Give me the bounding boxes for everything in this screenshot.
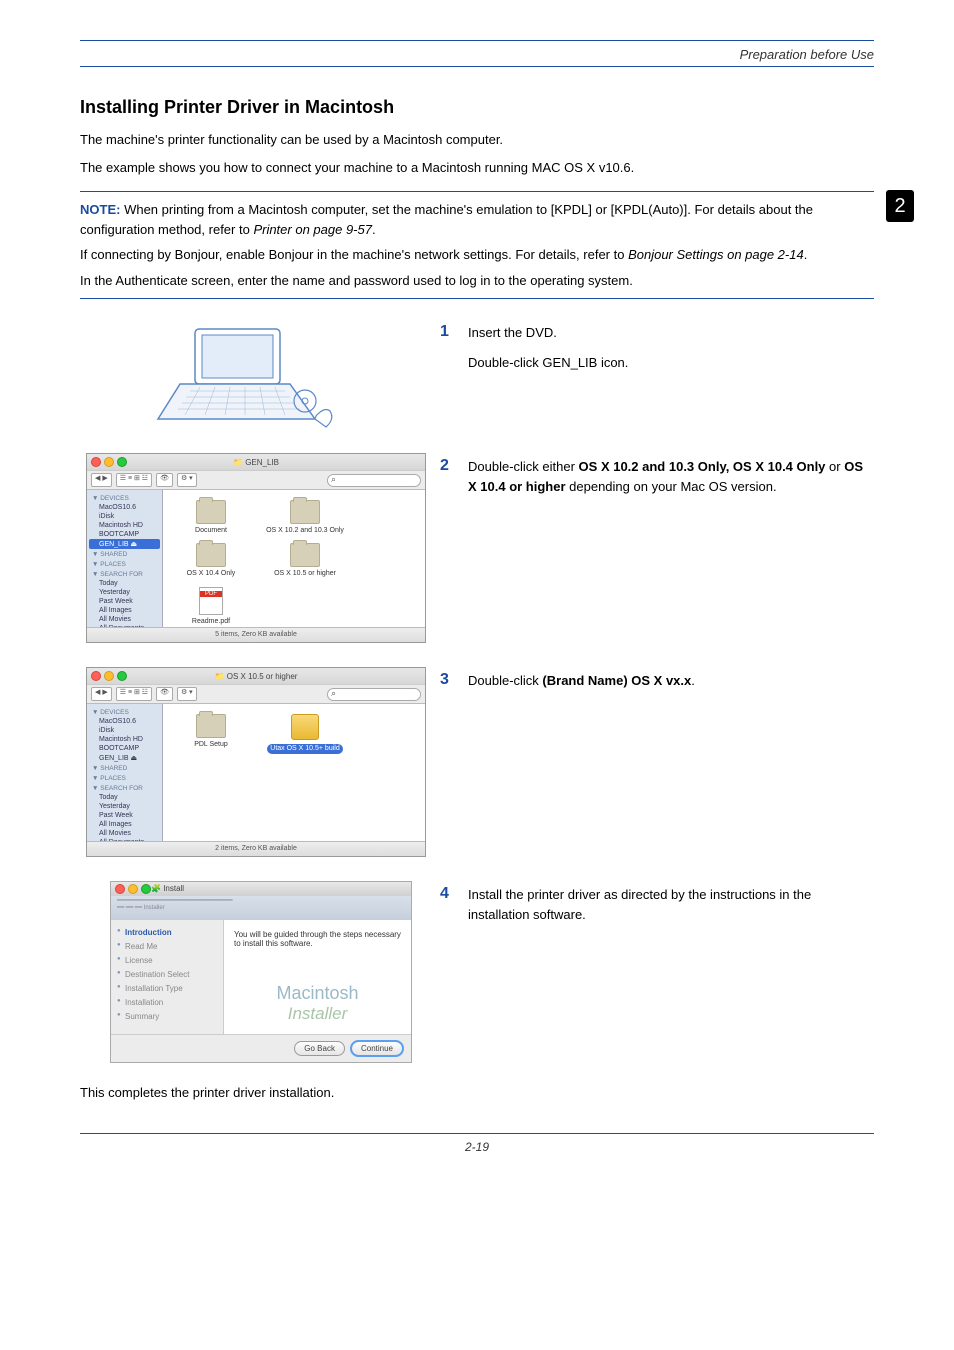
note-p3: In the Authenticate screen, enter the na… [80,273,633,288]
folder-osx102-103: OS X 10.2 and 10.3 Only [265,500,345,535]
folder-osx105: OS X 10.5 or higher [265,543,345,578]
action-button: ⚙ ▾ [177,687,197,701]
minimize-icon [104,457,114,467]
step-number-3: 3 [440,671,468,701]
minimize-icon [128,884,138,894]
zoom-icon [117,671,127,681]
step2-t2: or [825,459,844,474]
close-icon [115,884,125,894]
installer-window: 🧩 Install ━━━━━━━━━━━━━━━━━━━━━━━━━━━━━━… [110,881,412,1063]
sidebar-item-genlib: GEN_LIB ⏏ [89,539,160,549]
note-label: NOTE: [80,202,120,217]
installer-message: You will be guided through the steps nec… [234,930,401,948]
finder-window-osx105: 📁 OS X 10.5 or higher ◀ ▶ ☰ ≡ ⊞ ☳ 👁 ⚙ ▾ … [86,667,426,857]
chapter-badge: 2 [886,190,914,222]
continue-button: Continue [351,1041,403,1056]
close-icon [91,457,101,467]
step-number-4: 4 [440,885,468,934]
step3-t2: . [691,673,695,688]
note-p1a: When printing from a Macintosh computer,… [80,202,813,237]
folder-document: Document [171,500,251,535]
file-readme-pdf: Readme.pdf [171,587,251,626]
zoom-icon [141,884,151,894]
note-p1-em: Printer on page 9-57 [253,222,372,237]
step-number-2: 2 [440,457,468,506]
quicklook-button: 👁 [156,473,173,487]
step3-t1: Double-click [468,673,542,688]
finder-title: 📁 OS X 10.5 or higher [215,672,298,681]
step1-text1: Insert the DVD. [468,323,628,343]
finder-sidebar: ▼ DEVICES MacOS10.6 iDisk Macintosh HD B… [87,704,163,841]
search-field [327,688,421,701]
finder-content: Document OS X 10.2 and 10.3 Only OS X 10… [163,490,425,627]
finder-sidebar: ▼ DEVICES MacOS10.6 iDisk Macintosh HD B… [87,490,163,627]
installer-logo: Macintosh Installer [234,983,401,1024]
view-icon-button: ☰ ≡ ⊞ ☳ [116,687,152,701]
breadcrumb: Preparation before Use [80,47,874,66]
zoom-icon [117,457,127,467]
action-button: ⚙ ▾ [177,473,197,487]
page-footer: 2-19 [80,1133,874,1154]
back-forward-buttons: ◀ ▶ [91,473,112,487]
note-p1b: . [372,222,376,237]
go-back-button: Go Back [294,1041,345,1056]
installer-step-destination: Destination Select [117,970,217,979]
installer-step-introduction: Introduction [117,928,217,937]
close-icon [91,671,101,681]
finder-status: 5 items, Zero KB available [87,627,425,642]
installer-step-readme: Read Me [117,942,217,951]
installer-steps-sidebar: Introduction Read Me License Destination… [111,920,223,1034]
intro-p1: The machine's printer functionality can … [80,130,874,150]
back-forward-buttons: ◀ ▶ [91,687,112,701]
step2-t3: depending on your Mac OS version. [566,479,777,494]
note-block: NOTE: When printing from a Macintosh com… [80,191,874,299]
folder-pdlsetup: PDL Setup [171,714,251,754]
step1-text2: Double-click GEN_LIB icon. [468,353,628,373]
step2-b1: OS X 10.2 and 10.3 Only, OS X 10.4 Only [579,459,826,474]
note-p2b: . [804,247,808,262]
finder-window-genlib: 📁 GEN_LIB ◀ ▶ ☰ ≡ ⊞ ☳ 👁 ⚙ ▾ ▼ DEVICES Ma… [86,453,426,643]
step3-b1: (Brand Name) OS X vx.x [542,673,691,688]
installer-step-installtype: Installation Type [117,984,217,993]
step2-t1: Double-click either [468,459,579,474]
installer-banner: ━━━━━━━━━━━━━━━━━━━━━━━━━━━━━━━━━━ ━━ ━━… [111,896,411,920]
finder-title: 📁 GEN_LIB [233,458,279,467]
folder-osx104: OS X 10.4 Only [171,543,251,578]
pkg-utax-installer: Utax OS X 10.5+ build [265,714,345,754]
installer-step-installation: Installation [117,998,217,1007]
laptop-insert-dvd-illustration [140,319,340,439]
page-title: Installing Printer Driver in Macintosh [80,97,874,118]
note-p2a: If connecting by Bonjour, enable Bonjour… [80,247,628,262]
step4-text1: Install the printer driver as directed b… [468,885,874,924]
closing-text: This completes the printer driver instal… [80,1083,874,1103]
finder-content: PDL Setup Utax OS X 10.5+ build [163,704,425,841]
minimize-icon [104,671,114,681]
view-icon-button: ☰ ≡ ⊞ ☳ [116,473,152,487]
installer-step-summary: Summary [117,1012,217,1021]
quicklook-button: 👁 [156,687,173,701]
step-number-1: 1 [440,323,468,382]
intro-p2: The example shows you how to connect you… [80,158,874,178]
installer-step-license: License [117,956,217,965]
finder-status: 2 items, Zero KB available [87,841,425,856]
note-p2-em: Bonjour Settings on page 2-14 [628,247,804,262]
search-field [327,474,421,487]
